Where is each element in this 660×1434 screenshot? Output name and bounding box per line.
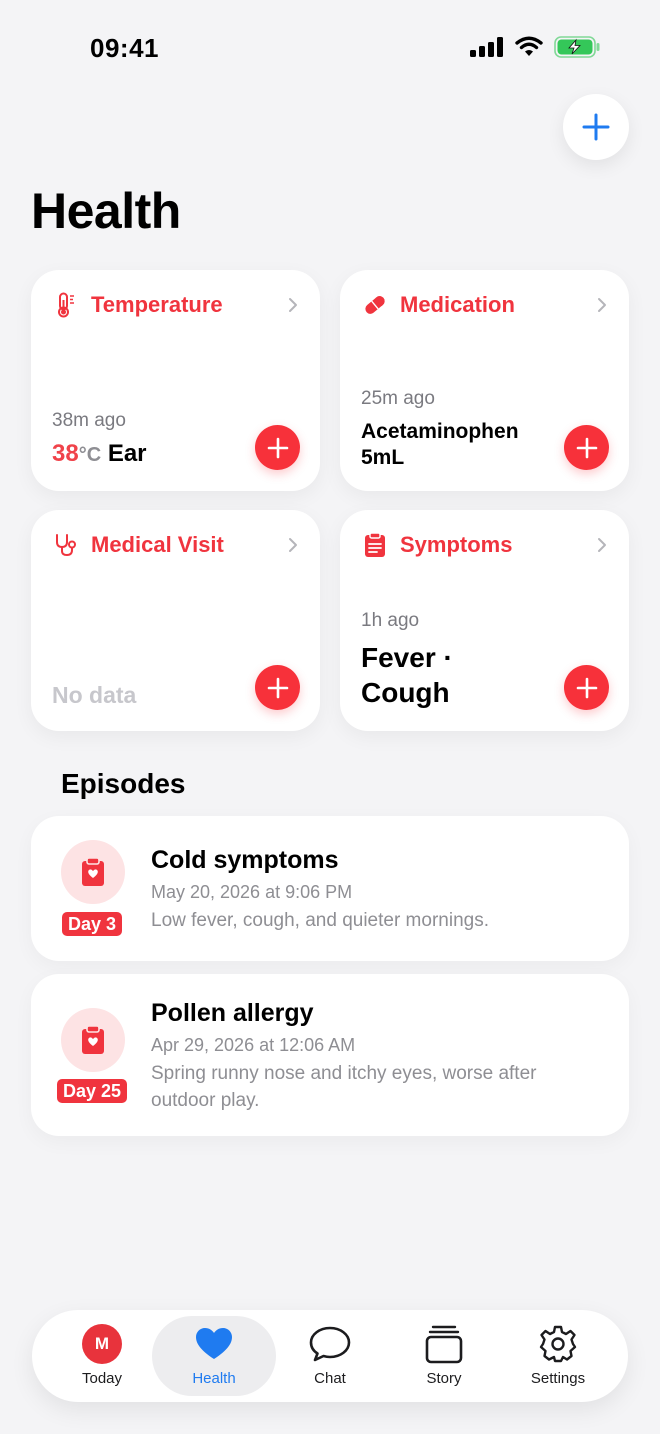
episode-date: Apr 29, 2026 at 12:06 AM (151, 1035, 356, 1055)
status-icons (470, 36, 600, 58)
status-time: 09:41 (90, 33, 159, 63)
last-updated: 1h ago (361, 610, 420, 631)
chevron-right-icon (286, 295, 300, 315)
symptom-line: Cough (361, 677, 450, 708)
temperature-card[interactable]: Temperature 38m ago 38°C Ear (31, 270, 320, 491)
pill-icon (362, 292, 388, 318)
episode-description: Spring runny nose and itchy eyes, worse … (151, 1063, 537, 1111)
plus-icon (582, 113, 610, 141)
card-title: Medical Visit (91, 532, 224, 557)
battery-charging-icon (554, 36, 600, 58)
symptoms-card[interactable]: Symptoms 1h ago Fever · Cough (340, 510, 629, 731)
tab-label: Health (192, 1370, 236, 1387)
cellular-signal-icon (470, 37, 503, 57)
episodes-heading: Episodes (61, 768, 186, 799)
tab-label: Chat (314, 1370, 346, 1387)
card-title: Temperature (91, 292, 223, 317)
clipboard-icon (362, 532, 388, 558)
add-medication-button[interactable] (564, 425, 609, 470)
tab-today[interactable]: M Today (40, 1316, 164, 1396)
chat-bubble-icon (309, 1322, 351, 1366)
plus-icon (267, 437, 288, 458)
episode-title: Pollen allergy (151, 999, 314, 1027)
add-button[interactable] (563, 94, 629, 160)
chevron-right-icon (595, 535, 609, 555)
status-bar: 09:41 (0, 0, 660, 96)
thermometer-icon (53, 292, 79, 318)
plus-icon (576, 677, 597, 698)
medical-visit-card[interactable]: Medical Visit No data (31, 510, 320, 731)
wifi-icon (515, 36, 543, 56)
tab-health[interactable]: Health (152, 1316, 276, 1396)
tab-label: Today (81, 1370, 123, 1387)
add-temperature-button[interactable] (255, 425, 300, 470)
avatar: M (82, 1324, 122, 1364)
heart-icon (196, 1322, 232, 1366)
no-data-label: No data (52, 682, 137, 708)
add-symptom-button[interactable] (564, 665, 609, 710)
plus-icon (267, 677, 288, 698)
episode-description: Low fever, cough, and quieter mornings. (151, 910, 489, 931)
medication-name: Acetaminophen (361, 420, 519, 443)
tab-story[interactable]: Story (382, 1316, 506, 1396)
last-updated: 38m ago (52, 410, 126, 431)
tab-bar: M Today Health Chat Story Settings (32, 1310, 628, 1402)
gear-icon (539, 1322, 577, 1366)
episode-item[interactable]: Day 25 Pollen allergy Apr 29, 2026 at 12… (31, 974, 629, 1136)
temperature-reading: 38°C Ear (52, 440, 147, 468)
day-badge: Day 3 (62, 912, 123, 936)
stethoscope-icon (53, 532, 79, 558)
episode-item[interactable]: Day 3 Cold symptoms May 20, 2026 at 9:06… (31, 816, 629, 961)
tab-label: Story (426, 1370, 462, 1387)
symptom-line: Fever · (361, 642, 453, 673)
page-title: Health (31, 183, 181, 239)
tab-label: Settings (530, 1370, 586, 1387)
medication-card[interactable]: Medication 25m ago Acetaminophen 5mL (340, 270, 629, 491)
tab-chat[interactable]: Chat (268, 1316, 392, 1396)
temperature-unit: °C (78, 444, 102, 466)
medication-dose: 5mL (361, 446, 405, 469)
day-badge: Day 25 (57, 1079, 128, 1103)
add-medical-visit-button[interactable] (255, 665, 300, 710)
measurement-site: Ear (107, 440, 147, 467)
chevron-right-icon (595, 295, 609, 315)
plus-icon (576, 437, 597, 458)
episode-date: May 20, 2026 at 9:06 PM (151, 882, 353, 902)
card-title: Medication (400, 292, 515, 317)
tab-settings[interactable]: Settings (496, 1316, 620, 1396)
clipboard-icon (61, 1008, 125, 1072)
card-title: Symptoms (400, 532, 513, 557)
chevron-right-icon (286, 535, 300, 555)
stack-icon (425, 1322, 463, 1366)
clipboard-icon (61, 840, 125, 904)
episode-title: Cold symptoms (151, 846, 339, 874)
temperature-value: 38 (52, 440, 79, 467)
last-updated: 25m ago (361, 388, 435, 409)
